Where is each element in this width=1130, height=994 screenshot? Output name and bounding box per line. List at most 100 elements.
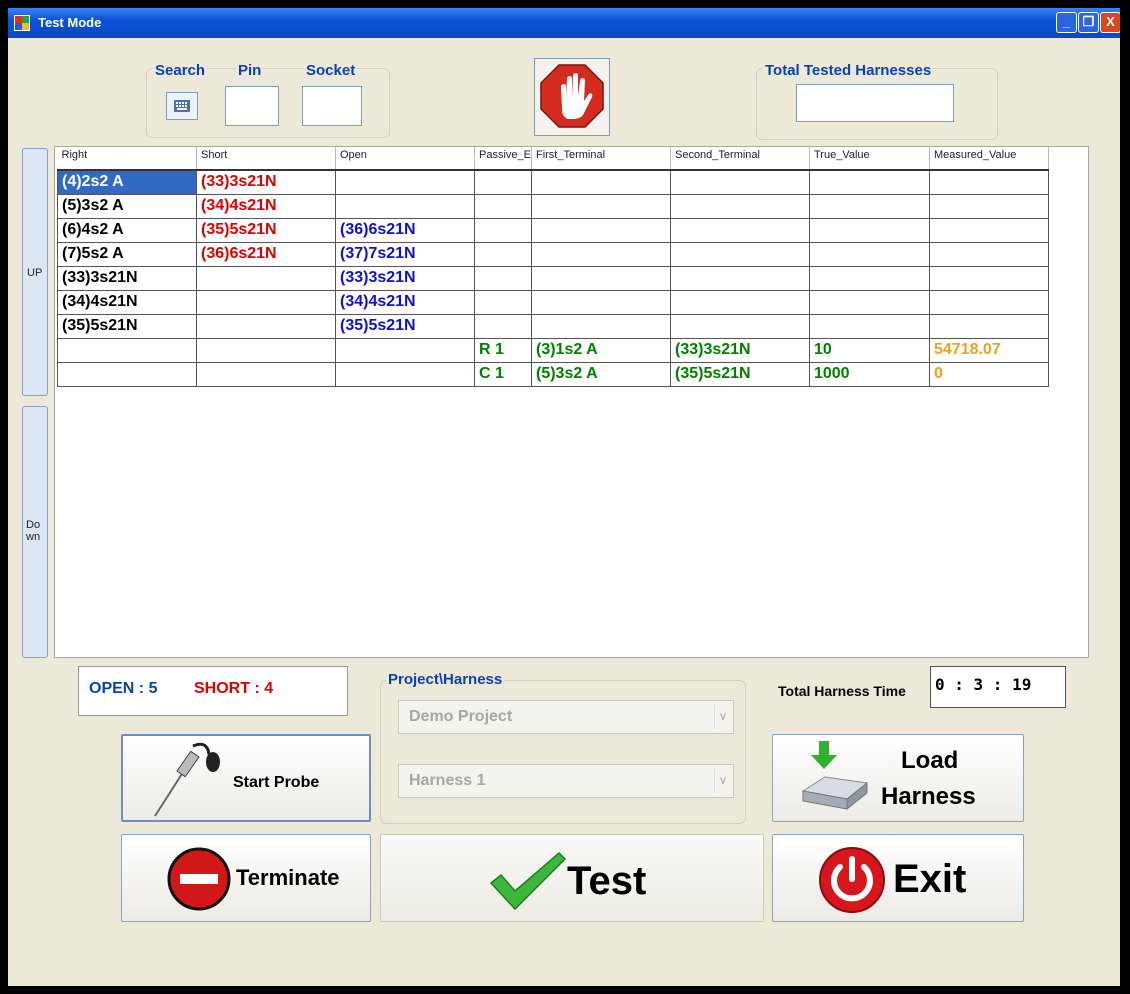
table-row[interactable]: C 1 (5)3s2 A (35)5s21N 1000 0 xyxy=(57,361,1049,387)
table-cell[interactable] xyxy=(474,265,532,291)
table-cell[interactable] xyxy=(808,169,930,195)
table-cell[interactable]: 54718.07 xyxy=(928,337,1049,363)
table-cell[interactable] xyxy=(808,289,930,315)
pin-input[interactable] xyxy=(225,86,279,126)
table-cell[interactable] xyxy=(474,313,532,339)
terminate-button[interactable]: Terminate xyxy=(121,834,371,922)
column-header[interactable]: Open xyxy=(335,147,475,170)
results-grid[interactable]: Right Short Open Passive_E First_Terminal Sec… xyxy=(54,146,1089,658)
down-button[interactable]: Do wn xyxy=(22,406,48,658)
table-cell[interactable]: (36)6s21N xyxy=(196,241,336,267)
table-cell[interactable] xyxy=(808,265,930,291)
table-cell[interactable]: (4)2s2 A xyxy=(57,169,197,195)
table-cell[interactable]: (36)6s21N xyxy=(335,217,475,243)
table-cell[interactable] xyxy=(335,169,475,195)
table-cell[interactable] xyxy=(474,193,532,219)
table-cell[interactable] xyxy=(530,217,671,243)
table-cell[interactable] xyxy=(928,217,1049,243)
project-select[interactable]: Demo Project ∨ xyxy=(398,700,734,734)
table-cell[interactable] xyxy=(669,265,810,291)
table-cell[interactable]: (34)4s21N xyxy=(196,193,336,219)
test-button[interactable]: Test xyxy=(380,834,764,922)
table-cell[interactable]: (35)5s21N xyxy=(669,361,810,387)
table-cell[interactable]: (6)4s2 A xyxy=(57,217,197,243)
table-cell[interactable]: (35)5s21N xyxy=(57,313,197,339)
table-cell[interactable] xyxy=(335,193,475,219)
table-cell[interactable]: (33)3s21N xyxy=(57,265,197,291)
table-cell[interactable] xyxy=(928,241,1049,267)
stop-button[interactable] xyxy=(534,58,610,136)
column-header[interactable]: Right xyxy=(57,147,197,170)
table-cell[interactable] xyxy=(530,241,671,267)
table-cell[interactable]: (37)7s21N xyxy=(335,241,475,267)
table-cell[interactable] xyxy=(928,313,1049,339)
close-button[interactable]: X xyxy=(1100,12,1120,33)
table-cell[interactable] xyxy=(196,361,336,387)
table-cell[interactable] xyxy=(530,313,671,339)
table-cell[interactable] xyxy=(808,313,930,339)
table-cell[interactable] xyxy=(196,265,336,291)
table-cell[interactable] xyxy=(530,193,671,219)
column-header[interactable]: First_Terminal xyxy=(531,147,671,170)
table-cell[interactable] xyxy=(669,217,810,243)
column-header[interactable]: True_Value xyxy=(809,147,930,170)
minimize-button[interactable]: _ xyxy=(1056,12,1077,33)
table-cell[interactable] xyxy=(530,289,671,315)
table-cell[interactable]: R 1 xyxy=(474,337,532,363)
table-cell[interactable]: (34)4s21N xyxy=(335,289,475,315)
keyboard-search-button[interactable] xyxy=(166,92,198,120)
table-row[interactable]: (7)5s2 A (36)6s21N (37)7s21N xyxy=(57,241,1049,267)
table-cell[interactable] xyxy=(669,193,810,219)
column-header[interactable]: Passive_E xyxy=(474,147,532,170)
table-cell[interactable]: 0 xyxy=(928,361,1049,387)
table-cell[interactable]: (3)1s2 A xyxy=(530,337,671,363)
table-row[interactable]: (33)3s21N (33)3s21N xyxy=(57,265,1049,291)
table-cell[interactable] xyxy=(57,361,197,387)
table-cell[interactable]: (33)3s21N xyxy=(196,169,336,195)
table-cell[interactable] xyxy=(808,217,930,243)
column-header[interactable]: Second_Terminal xyxy=(670,147,810,170)
table-row[interactable]: (35)5s21N (35)5s21N xyxy=(57,313,1049,339)
table-cell[interactable] xyxy=(335,337,475,363)
table-cell[interactable] xyxy=(474,217,532,243)
table-cell[interactable] xyxy=(474,169,532,195)
exit-button[interactable]: Exit xyxy=(772,834,1024,922)
table-cell[interactable] xyxy=(196,289,336,315)
table-cell[interactable]: (33)3s21N xyxy=(669,337,810,363)
table-cell[interactable] xyxy=(530,169,671,195)
table-cell[interactable] xyxy=(196,337,336,363)
table-cell[interactable] xyxy=(928,289,1049,315)
table-cell[interactable] xyxy=(474,241,532,267)
table-cell[interactable] xyxy=(530,265,671,291)
socket-input[interactable] xyxy=(302,86,362,126)
table-cell[interactable] xyxy=(474,289,532,315)
table-row[interactable]: (4)2s2 A (33)3s21N xyxy=(57,169,1049,195)
table-cell[interactable] xyxy=(928,193,1049,219)
table-cell[interactable] xyxy=(335,361,475,387)
table-cell[interactable]: (5)3s2 A xyxy=(530,361,671,387)
table-cell[interactable]: (35)5s21N xyxy=(196,217,336,243)
start-probe-button[interactable]: Start Probe xyxy=(121,734,371,822)
table-cell[interactable] xyxy=(669,313,810,339)
table-row[interactable]: R 1 (3)1s2 A (33)3s21N 10 54718.07 xyxy=(57,337,1049,363)
up-button[interactable]: UP xyxy=(22,148,48,396)
table-cell[interactable]: (35)5s21N xyxy=(335,313,475,339)
table-cell[interactable] xyxy=(196,313,336,339)
restore-button[interactable]: ❐ xyxy=(1078,12,1099,33)
table-cell[interactable]: C 1 xyxy=(474,361,532,387)
table-row[interactable]: (34)4s21N (34)4s21N xyxy=(57,289,1049,315)
table-cell[interactable] xyxy=(669,169,810,195)
table-cell[interactable]: (33)3s21N xyxy=(335,265,475,291)
table-row[interactable]: (6)4s2 A (35)5s21N (36)6s21N xyxy=(57,217,1049,243)
load-harness-button[interactable]: Load Harness xyxy=(772,734,1024,822)
table-cell[interactable] xyxy=(808,241,930,267)
table-cell[interactable] xyxy=(669,241,810,267)
table-cell[interactable]: (34)4s21N xyxy=(57,289,197,315)
table-cell[interactable] xyxy=(669,289,810,315)
column-header[interactable]: Measured_Value xyxy=(929,147,1049,170)
table-cell[interactable] xyxy=(928,169,1049,195)
table-cell[interactable] xyxy=(57,337,197,363)
table-cell[interactable]: (5)3s2 A xyxy=(57,193,197,219)
harness-select[interactable]: Harness 1 ∨ xyxy=(398,764,734,798)
table-cell[interactable]: 1000 xyxy=(808,361,930,387)
